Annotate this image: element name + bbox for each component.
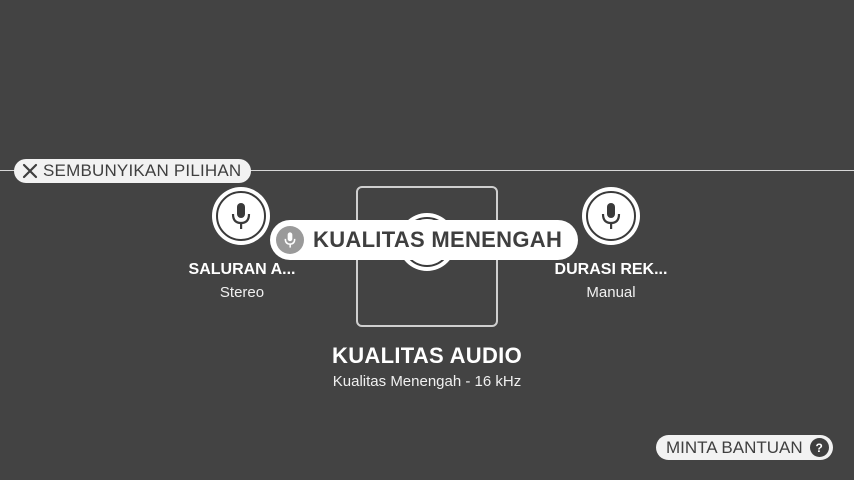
help-label: MINTA BANTUAN [666,437,803,457]
option-audio-channel-title: SALURAN A... [188,261,296,278]
option-audio-channel-value: Stereo [219,284,265,301]
option-audio-quality-value: Kualitas Menengah - 16 kHz [332,373,522,390]
tooltip-mic-badge [276,226,304,254]
mic-icon [284,232,296,248]
mic-icon [601,203,621,229]
option-recording-duration-value: Manual [586,284,636,301]
close-icon [22,163,38,179]
help-button[interactable]: MINTA BANTUAN ? [656,435,833,460]
hide-options-label: SEMBUNYIKAN PILIHAN [43,161,242,180]
camera-options-screen: SEMBUNYIKAN PILIHAN SALURAN A... Stereo … [0,0,854,480]
mic-icon [231,203,251,229]
option-audio-channel-button[interactable] [212,187,270,245]
tooltip-label: KUALITAS MENENGAH [313,227,563,252]
question-icon: ? [809,438,829,457]
hide-options-button[interactable]: SEMBUNYIKAN PILIHAN [14,159,252,183]
option-recording-duration-title: DURASI REK... [554,261,668,278]
option-recording-duration-button[interactable] [582,187,640,245]
option-audio-quality-title: KUALITAS AUDIO [332,343,522,368]
selection-tooltip: KUALITAS MENENGAH [270,220,579,260]
